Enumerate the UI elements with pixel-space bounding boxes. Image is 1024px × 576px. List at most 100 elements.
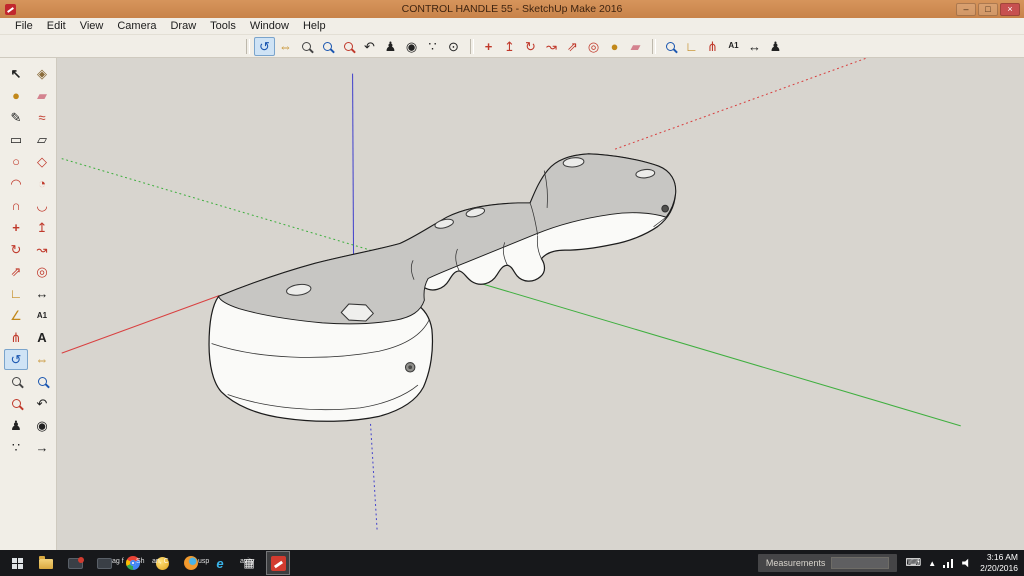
scale-tool-button[interactable]: ⇗ bbox=[562, 37, 583, 56]
volume-icon[interactable] bbox=[962, 558, 972, 568]
follow-me-button[interactable]: ↝ bbox=[541, 37, 562, 56]
menu-window[interactable]: Window bbox=[243, 19, 296, 33]
pan-tool-button[interactable]: ⇔ bbox=[30, 349, 54, 370]
push-pull-button[interactable]: ↥ bbox=[30, 217, 54, 238]
rotated-rectangle-button[interactable]: ▱ bbox=[30, 129, 54, 150]
select-icon: ↖ bbox=[11, 67, 22, 80]
zoom-tool-button[interactable] bbox=[4, 371, 28, 392]
plumb-bob-button[interactable]: ♟ bbox=[765, 37, 786, 56]
maximize-button[interactable]: □ bbox=[978, 3, 998, 16]
freehand-tool-button[interactable]: ≈ bbox=[30, 107, 54, 128]
sketchup-taskbar-button[interactable] bbox=[266, 551, 290, 575]
taskbar-label-fragment: Sh bbox=[136, 558, 145, 565]
push-pull-button[interactable]: ↥ bbox=[499, 37, 520, 56]
axes-tool-button[interactable]: ⋔ bbox=[4, 327, 28, 348]
clock-date: 2/20/2016 bbox=[980, 563, 1018, 574]
position-camera-button[interactable]: ♟ bbox=[4, 415, 28, 436]
menu-draw[interactable]: Draw bbox=[163, 19, 203, 33]
taskbar-clock[interactable]: 3:16 AM 2/20/2016 bbox=[980, 552, 1024, 574]
zoom-extents-icon bbox=[344, 42, 353, 51]
circle-tool-button[interactable]: ○ bbox=[4, 151, 28, 172]
two-point-arc-button[interactable]: ∩ bbox=[4, 195, 28, 216]
offset-tool-button[interactable]: ◎ bbox=[583, 37, 604, 56]
offset-tool-button[interactable]: ◎ bbox=[30, 261, 54, 282]
line-tool-button[interactable]: ✎ bbox=[4, 107, 28, 128]
arc-tool-button[interactable]: ◠ bbox=[4, 173, 28, 194]
pan-tool-button[interactable]: ⇔ bbox=[275, 37, 296, 56]
end-hole[interactable] bbox=[662, 205, 669, 212]
start-button[interactable] bbox=[5, 551, 29, 575]
zoom-extents-button[interactable] bbox=[338, 37, 359, 56]
follow-me-button[interactable]: ↝ bbox=[30, 239, 54, 260]
push-pull-icon: ↥ bbox=[37, 221, 48, 234]
previous-view-button[interactable]: ↶ bbox=[359, 37, 380, 56]
move-tool-button[interactable]: + bbox=[478, 37, 499, 56]
modeling-viewport[interactable] bbox=[57, 58, 1024, 550]
toolbar-drag-handle[interactable] bbox=[470, 39, 474, 54]
menu-edit[interactable]: Edit bbox=[40, 19, 73, 33]
text-tool-button[interactable]: A1 bbox=[723, 37, 744, 56]
internet-explorer-button[interactable]: e bbox=[208, 551, 232, 575]
rotate-tool-button[interactable]: ↻ bbox=[520, 37, 541, 56]
dimensions-button[interactable]: ↔ bbox=[30, 283, 54, 304]
3d-text-button[interactable]: A bbox=[30, 327, 54, 348]
eraser-tool-button[interactable]: ▰ bbox=[30, 85, 54, 106]
firefox-icon bbox=[184, 556, 198, 570]
title-bar[interactable]: CONTROL HANDLE 55 - SketchUp Make 2016 –… bbox=[0, 0, 1024, 18]
eraser-tool-button[interactable]: ▰ bbox=[625, 37, 646, 56]
orbit-tool-button[interactable]: ↺ bbox=[254, 37, 275, 56]
dimensions-button[interactable]: ↔ bbox=[744, 37, 765, 56]
zoom-tool-button[interactable] bbox=[296, 37, 317, 56]
menu-file[interactable]: File bbox=[8, 19, 40, 33]
walk-tool-button[interactable]: ∵ bbox=[4, 437, 28, 458]
move-tool-button[interactable]: + bbox=[4, 217, 28, 238]
zoom-selection-button[interactable] bbox=[660, 37, 681, 56]
scale-tool-button[interactable]: ⇗ bbox=[4, 261, 28, 282]
previous-view-button[interactable]: ↶ bbox=[30, 393, 54, 414]
paint-bucket-button[interactable]: ● bbox=[4, 85, 28, 106]
zoom-extents-button[interactable] bbox=[4, 393, 28, 414]
match-photo-button[interactable]: ⊙ bbox=[443, 37, 464, 56]
rotate-tool-button[interactable]: ↻ bbox=[4, 239, 28, 260]
text-tool-button[interactable]: A1 bbox=[30, 305, 54, 326]
paint-bucket-button[interactable]: ● bbox=[604, 37, 625, 56]
orbit-tool-button[interactable]: ↺ bbox=[4, 349, 28, 370]
menu-view[interactable]: View bbox=[73, 19, 111, 33]
pie-tool-button[interactable]: ◔ bbox=[30, 173, 54, 194]
3d-text-icon: A bbox=[37, 331, 46, 344]
menu-tools[interactable]: Tools bbox=[203, 19, 243, 33]
menu-help[interactable]: Help bbox=[296, 19, 333, 33]
position-camera-button[interactable]: ♟ bbox=[380, 37, 401, 56]
viewport-canvas[interactable] bbox=[57, 58, 1024, 550]
hidden-icons-chevron[interactable]: ▲ bbox=[928, 559, 936, 568]
file-explorer-button[interactable] bbox=[34, 551, 58, 575]
tape-measure-button[interactable]: ∟ bbox=[4, 283, 28, 304]
walk-icon: ∵ bbox=[428, 40, 436, 53]
look-around-button[interactable]: ◉ bbox=[30, 415, 54, 436]
tape-measure-button[interactable]: ∟ bbox=[681, 37, 702, 56]
app-window-button[interactable] bbox=[63, 551, 87, 575]
zoom-window-button[interactable] bbox=[317, 37, 338, 56]
keyboard-icon[interactable]: ⌨ bbox=[905, 558, 921, 569]
previous-icon: ↶ bbox=[37, 397, 48, 410]
make-component-button[interactable]: ◈ bbox=[30, 63, 54, 84]
three-point-arc-button[interactable]: ◡ bbox=[30, 195, 54, 216]
protractor-tool-button[interactable]: ∠ bbox=[4, 305, 28, 326]
rectangle-tool-button[interactable]: ▭ bbox=[4, 129, 28, 150]
toolbar-drag-handle[interactable] bbox=[652, 39, 656, 54]
axes-tool-button[interactable]: ⋔ bbox=[702, 37, 723, 56]
control-handle-model[interactable] bbox=[209, 154, 676, 421]
next-view-button[interactable]: → bbox=[30, 437, 54, 458]
zoom-window-button[interactable] bbox=[30, 371, 54, 392]
menu-camera[interactable]: Camera bbox=[110, 19, 163, 33]
close-button[interactable]: × bbox=[1000, 3, 1020, 16]
toolbar-drag-handle[interactable] bbox=[246, 39, 250, 54]
minimize-button[interactable]: – bbox=[956, 3, 976, 16]
walk-tool-button[interactable]: ∵ bbox=[422, 37, 443, 56]
sketchup-app-icon bbox=[5, 4, 16, 15]
select-tool-button[interactable]: ↖ bbox=[4, 63, 28, 84]
look-around-button[interactable]: ◉ bbox=[401, 37, 422, 56]
polygon-tool-button[interactable]: ◇ bbox=[30, 151, 54, 172]
measurements-input[interactable] bbox=[831, 557, 889, 569]
network-icon[interactable] bbox=[943, 558, 955, 568]
